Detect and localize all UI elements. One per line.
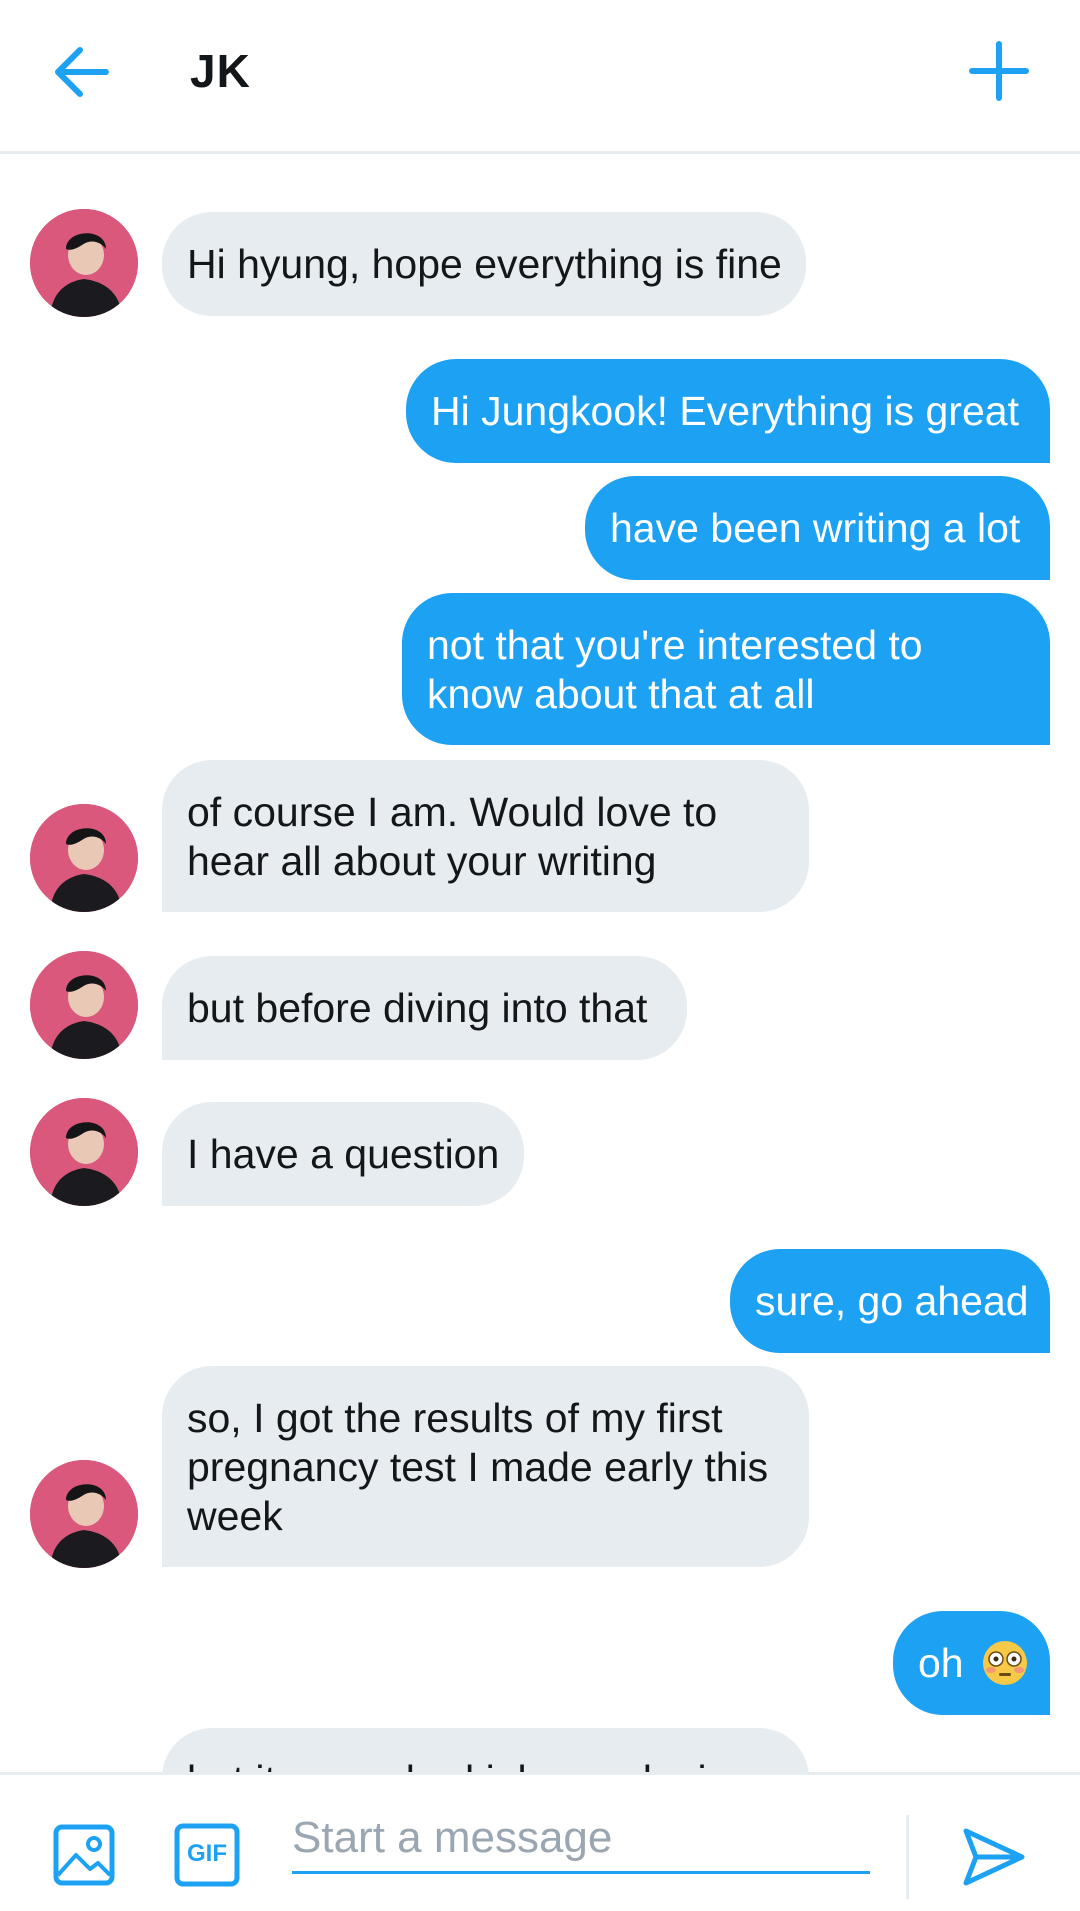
avatar-photo-icon: [30, 804, 138, 912]
message-text-line: pregnancy test I made early this: [187, 1444, 769, 1490]
message-list[interactable]: Hi hyung, hope everything is fine Hi Jun…: [0, 154, 1080, 1774]
avatar-photo-icon: [30, 209, 138, 317]
message-text-line: hear all about your writing: [187, 838, 657, 884]
message-text: Hi Jungkook! Everything is great: [431, 388, 1019, 434]
message-text: have been writing a lot: [610, 505, 1021, 551]
avatar[interactable]: [30, 804, 138, 912]
message-text: oh: [918, 1640, 964, 1686]
message-bubble-outgoing[interactable]: sure, go ahead: [730, 1249, 1050, 1353]
message-text-line: know about that at all: [427, 671, 815, 717]
avatar[interactable]: [30, 951, 138, 1059]
message-bubble-incoming[interactable]: but before diving into that: [162, 956, 687, 1060]
message-bubble-incoming[interactable]: of course I am. Would love to hear all a…: [162, 760, 809, 912]
gif-button[interactable]: GIF: [174, 1823, 240, 1887]
message-text: I have a question: [187, 1131, 500, 1177]
gif-label: GIF: [187, 1840, 227, 1867]
message-text-line: of course I am. Would love to: [187, 789, 718, 835]
message-bubble-incoming[interactable]: but it was a bad joke, and a in...: [162, 1728, 809, 1774]
back-button[interactable]: [50, 40, 124, 104]
message-bubble-outgoing[interactable]: have been writing a lot: [585, 476, 1050, 580]
message-text: Hi hyung, hope everything is fine: [187, 241, 782, 287]
message-bubble-outgoing[interactable]: oh: [893, 1611, 1050, 1715]
message-text-line: not that you're interested to: [427, 622, 923, 668]
avatar-photo-icon: [30, 1098, 138, 1206]
message-bubble-outgoing[interactable]: Hi Jungkook! Everything is great: [406, 359, 1050, 463]
add-button[interactable]: [962, 34, 1036, 108]
conversation-title: JK: [190, 45, 251, 97]
conversation-header: JK: [0, 0, 1080, 154]
message-text: sure, go ahead: [755, 1278, 1029, 1324]
send-icon: [963, 1828, 1025, 1886]
message-bubble-incoming[interactable]: I have a question: [162, 1102, 524, 1206]
avatar-photo-icon: [30, 1460, 138, 1568]
send-button[interactable]: [962, 1825, 1026, 1889]
message-text: but before diving into that: [187, 985, 648, 1031]
avatar-photo-icon: [30, 951, 138, 1059]
arrow-left-icon: [55, 47, 109, 97]
message-input[interactable]: [292, 1805, 870, 1874]
message-text-line: so, I got the results of my first: [187, 1395, 723, 1441]
message-bubble-outgoing[interactable]: not that you're interested to know about…: [402, 593, 1050, 745]
media-button[interactable]: [52, 1823, 116, 1887]
avatar[interactable]: [30, 1460, 138, 1568]
image-icon: [53, 1824, 115, 1886]
flushed-face-icon: [983, 1641, 1028, 1685]
divider: [906, 1815, 909, 1899]
plus-icon: [969, 41, 1029, 101]
message-composer: GIF: [0, 1772, 1080, 1911]
message-bubble-incoming[interactable]: Hi hyung, hope everything is fine: [162, 212, 806, 316]
message-text-line: week: [187, 1493, 283, 1539]
avatar[interactable]: [30, 1098, 138, 1206]
avatar[interactable]: [30, 209, 138, 317]
message-bubble-incoming[interactable]: so, I got the results of my first pregna…: [162, 1366, 809, 1567]
